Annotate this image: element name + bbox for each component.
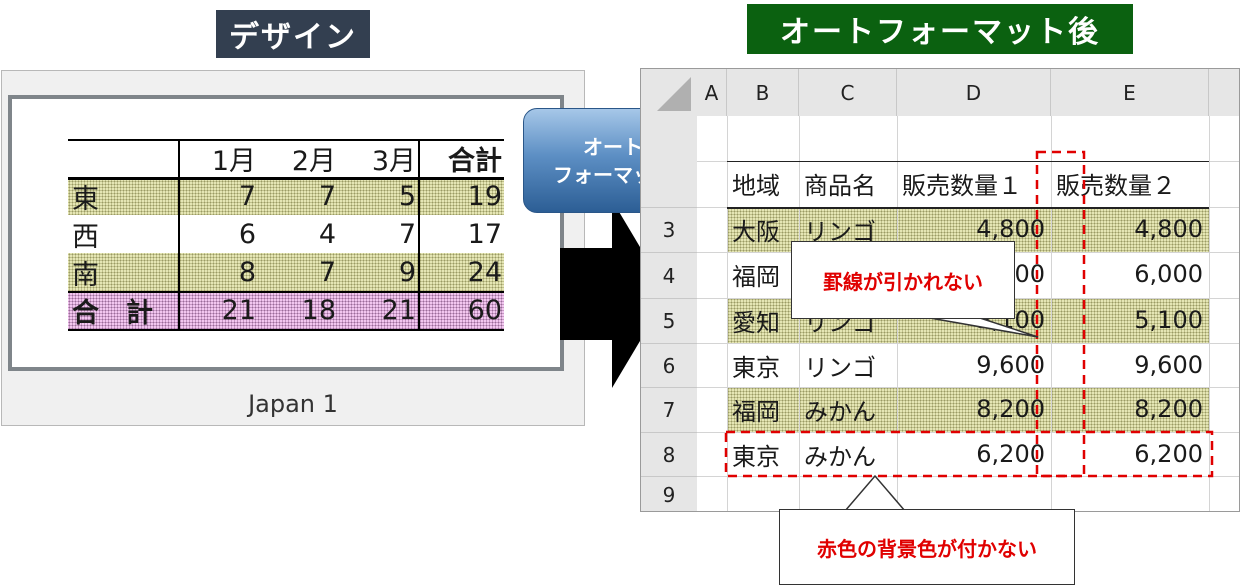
preview-header-cell: 3月 <box>371 145 416 177</box>
row-header-6[interactable]: 6 <box>641 343 697 387</box>
preview-header-cell: 合計 <box>448 145 502 177</box>
preview-border-line <box>418 139 420 331</box>
preview-value-cell: 9 <box>398 256 416 288</box>
preview-row-label: 南 <box>72 259 99 291</box>
preview-value-cell: 21 <box>221 294 256 326</box>
sheet-cell[interactable]: みかん <box>799 432 897 476</box>
preview-value-cell: 7 <box>318 256 336 288</box>
sheet-cell[interactable]: 福岡 <box>727 387 799 431</box>
row-header-7[interactable]: 7 <box>641 387 697 432</box>
preview-value-cell: 6 <box>238 218 256 250</box>
sheet-cell[interactable]: 6,000 <box>1051 252 1209 296</box>
preview-row-label: 東 <box>72 183 99 215</box>
preview-value-cell: 4 <box>318 218 336 250</box>
preview-value-cell: 19 <box>467 180 502 212</box>
grid-line-h <box>697 476 1239 477</box>
design-label: デザイン <box>216 10 370 58</box>
preview-border-line <box>68 177 504 180</box>
preview-value-cell: 18 <box>301 294 336 326</box>
preview-value-cell: 8 <box>238 256 256 288</box>
sheet-header-cell[interactable]: 販売数量２ <box>1051 161 1209 205</box>
sheet-header-cell[interactable]: 地域 <box>727 161 799 205</box>
sheet-cell[interactable]: 東京 <box>727 343 799 387</box>
sheet-cell[interactable]: 福岡 <box>727 252 799 296</box>
sheet-cell[interactable]: 8,200 <box>897 387 1051 431</box>
row-header-4[interactable]: 4 <box>641 252 697 298</box>
preview-border-line <box>178 139 180 331</box>
select-all-triangle-icon <box>657 77 691 111</box>
sheet-cell[interactable]: 5,100 <box>1051 298 1209 342</box>
preview-value-cell: 17 <box>467 218 502 250</box>
row-header-8[interactable]: 8 <box>641 432 697 476</box>
sheet-cell[interactable]: リンゴ <box>799 343 897 387</box>
preview-value-cell: 7 <box>398 218 416 250</box>
sheet-cell[interactable]: 4,800 <box>1051 207 1209 251</box>
preview-value-cell: 7 <box>238 180 256 212</box>
row-header-9[interactable]: 9 <box>641 476 697 511</box>
sheet-cell[interactable]: 9,600 <box>897 343 1051 387</box>
preview-value-cell: 7 <box>318 180 336 212</box>
preview-row-label: 合 計 <box>72 297 153 329</box>
preview-header-cell: 2月 <box>291 145 336 177</box>
design-preview-frame[interactable]: 1月 2月 3月 合計東 7 7 5 19 西 6 4 7 17 南 8 7 9 24 合 計 21 18 21 60 <box>8 95 564 371</box>
column-header-b[interactable]: B <box>727 69 799 116</box>
preview-table: 1月 2月 3月 合計東 7 7 5 19 西 6 4 7 17 南 8 7 9 24 合 計 21 18 21 60 <box>12 99 560 367</box>
sheet-cell[interactable]: 愛知 <box>727 298 799 342</box>
sheet-cell[interactable]: 大阪 <box>727 207 799 251</box>
sheet-cell[interactable]: 東京 <box>727 432 799 476</box>
sheet-cell[interactable]: 6,200 <box>897 432 1051 476</box>
preview-value-cell: 24 <box>467 256 502 288</box>
row-header-5[interactable]: 5 <box>641 298 697 343</box>
sheet-header-cell[interactable]: 商品名 <box>799 161 897 205</box>
callout-no-red-background: 赤色の背景色が付かない <box>779 509 1075 585</box>
preview-row-label: 西 <box>72 221 99 253</box>
preview-border-line <box>68 139 504 141</box>
column-header-c[interactable]: C <box>799 69 897 116</box>
sheet-cell[interactable]: みかん <box>799 387 897 431</box>
preview-caption: Japan 1 <box>248 390 338 418</box>
column-header-d[interactable]: D <box>897 69 1051 116</box>
preview-value-cell: 5 <box>398 180 416 212</box>
column-header-f[interactable] <box>1209 69 1239 116</box>
preview-border-line <box>68 291 504 293</box>
sheet-cell[interactable]: 8,200 <box>1051 387 1209 431</box>
preview-value-cell: 60 <box>467 294 502 326</box>
sheet-cell[interactable]: 6,200 <box>1051 432 1209 476</box>
grid-line-v <box>1209 116 1210 511</box>
sheet-cell[interactable]: 9,600 <box>1051 343 1209 387</box>
row-header-3[interactable]: 3 <box>641 207 697 252</box>
preview-value-cell: 21 <box>381 294 416 326</box>
autoformat-button-line1: オート <box>583 134 643 159</box>
callout-no-borders: 罫線が引かれない <box>791 241 1015 319</box>
sheet-header-cell[interactable]: 販売数量１ <box>897 161 1051 205</box>
preview-border-line <box>68 329 504 331</box>
column-header-e[interactable]: E <box>1051 69 1209 116</box>
column-header-a[interactable]: A <box>697 69 727 116</box>
after-autoformat-label: オートフォーマット後 <box>747 4 1133 54</box>
preview-header-cell: 1月 <box>211 145 256 177</box>
